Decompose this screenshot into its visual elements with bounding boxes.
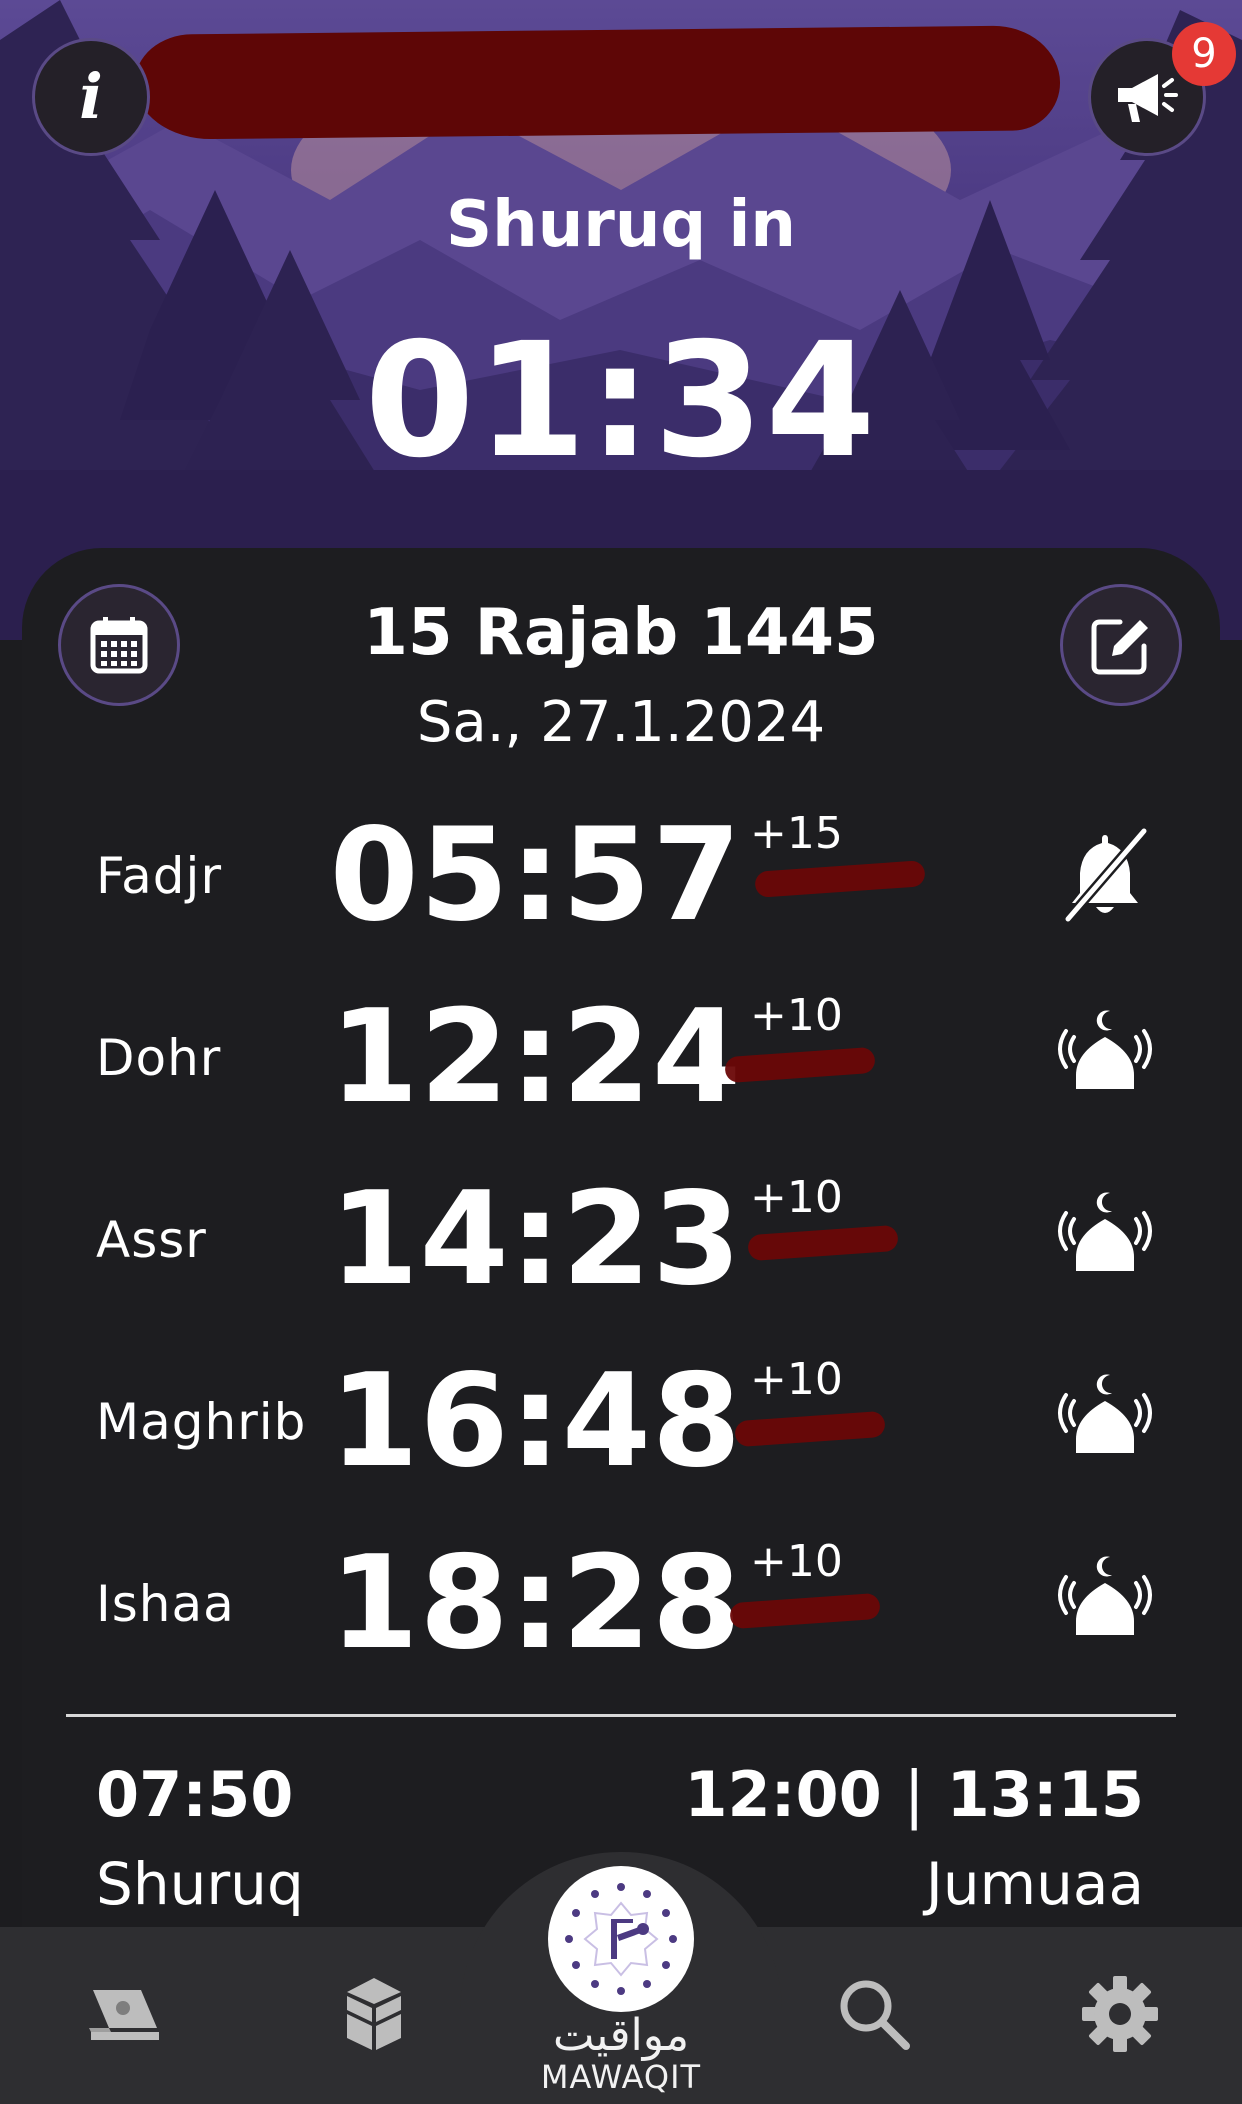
- prayer-name: Assr: [96, 1211, 207, 1269]
- jumuaa-time-2: 13:15: [946, 1758, 1144, 1831]
- redaction-mark: [729, 1592, 881, 1630]
- prayer-row-assr: Assr 14:23 +10: [0, 1150, 1242, 1330]
- prayer-name: Ishaa: [96, 1575, 235, 1633]
- prayer-row-maghrib: Maghrib 16:48 +10: [0, 1332, 1242, 1512]
- mosque-adhan-icon[interactable]: [1050, 1549, 1160, 1659]
- settings-icon: [1082, 1976, 1158, 2052]
- iqama-offset: +10: [750, 1354, 843, 1405]
- iqama-offset: +10: [750, 1536, 843, 1587]
- prayer-name: Maghrib: [96, 1393, 307, 1451]
- gregorian-date: Sa., 27.1.2024: [416, 690, 826, 755]
- shuruq-label: Shuruq: [96, 1850, 304, 1918]
- jumuaa-time-1: 12:00: [684, 1758, 882, 1831]
- prayer-name: Dohr: [96, 1029, 222, 1087]
- redaction-mark: [724, 1046, 876, 1084]
- shuruq-time: 07:50: [96, 1758, 294, 1831]
- megaphone-icon: [1118, 74, 1178, 122]
- jumuaa-label: Jumuaa: [925, 1850, 1144, 1918]
- notification-badge: 9: [1172, 22, 1236, 86]
- countdown-label: Shuruq in: [446, 188, 796, 262]
- prayer-time: 14:23: [329, 1165, 742, 1314]
- mawaqit-logo-icon: [565, 1883, 677, 1995]
- mosque-adhan-icon[interactable]: [1050, 1367, 1160, 1477]
- divider: [66, 1714, 1176, 1717]
- jumuaa-times: 12:00 | 13:15: [684, 1758, 1144, 1831]
- redaction-mark: [747, 1224, 899, 1262]
- iqama-offset: +15: [750, 808, 843, 859]
- prayer-row-dohr: Dohr 12:24 +10: [0, 968, 1242, 1148]
- redaction-mark: [734, 1410, 886, 1448]
- prayer-row-fadjr: Fadjr 05:57 +15: [0, 786, 1242, 966]
- edit-icon: [1091, 619, 1148, 675]
- iqama-offset: +10: [750, 990, 843, 1041]
- iqama-offset: +10: [750, 1172, 843, 1223]
- bell-muted-icon[interactable]: [1050, 821, 1160, 931]
- edit-button[interactable]: [1060, 584, 1182, 706]
- info-button[interactable]: i: [32, 38, 150, 156]
- jumuaa-separator: |: [903, 1758, 925, 1831]
- nav-settings[interactable]: [1072, 1966, 1168, 2062]
- prayer-time: 12:24: [329, 983, 742, 1132]
- redaction-mark: [754, 860, 926, 898]
- prayer-row-ishaa: Ishaa 18:28 +10: [0, 1514, 1242, 1694]
- prayer-name: Fadjr: [96, 847, 222, 905]
- logo-latin-text: MAWAQIT: [540, 2058, 702, 2096]
- prayer-time: 05:57: [329, 801, 742, 950]
- nav-home[interactable]: [548, 1866, 694, 2012]
- redacted-mosque-name: [134, 25, 1061, 140]
- logo-arabic-text: مواقيت: [552, 2010, 690, 2061]
- info-icon: i: [79, 60, 103, 133]
- prayer-time: 18:28: [329, 1529, 742, 1678]
- mosque-adhan-icon[interactable]: [1050, 1003, 1160, 1113]
- nav-search[interactable]: [826, 1966, 922, 2062]
- mosque-adhan-icon[interactable]: [1050, 1185, 1160, 1295]
- prayer-time: 16:48: [329, 1347, 742, 1496]
- search-icon: [840, 1980, 910, 2050]
- hijri-date: 15 Rajab 1445: [363, 596, 879, 670]
- countdown-time: 01:34: [364, 309, 878, 493]
